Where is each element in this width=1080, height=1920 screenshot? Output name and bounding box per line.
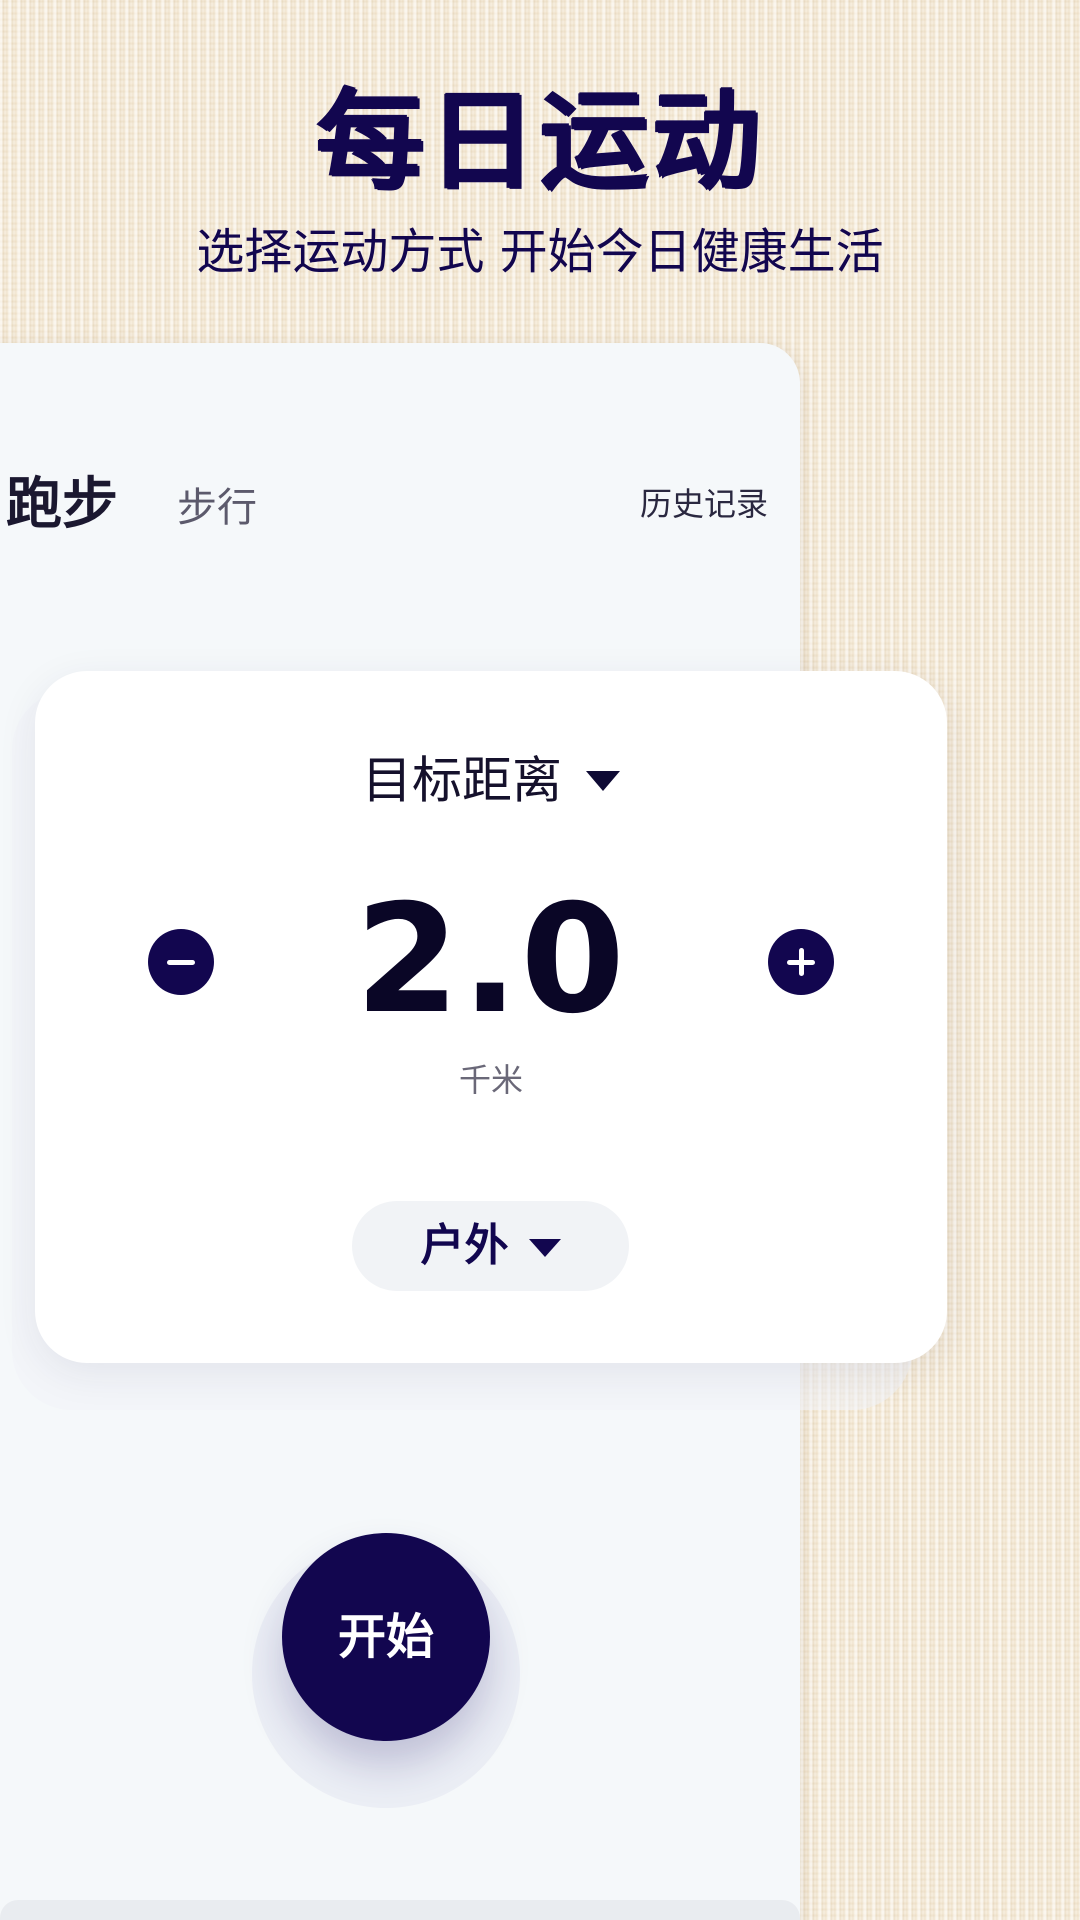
goal-type-selector[interactable]: 目标距离 — [35, 745, 947, 813]
start-button[interactable]: 开始 — [282, 1533, 490, 1741]
location-selector[interactable]: 户外 — [352, 1201, 629, 1291]
plus-icon-bar-vertical — [799, 948, 804, 976]
caret-down-icon — [586, 770, 620, 791]
goal-unit: 千米 — [458, 1061, 523, 1099]
tab-walking[interactable]: 步行 — [177, 478, 257, 538]
increase-button[interactable] — [768, 929, 834, 995]
page-title: 每日运动 — [315, 79, 764, 204]
location-label: 户外 — [420, 1220, 509, 1271]
goal-type-label: 目标距离 — [362, 751, 562, 810]
bottom-sheet-edge — [0, 1900, 800, 1920]
caret-down-icon — [528, 1239, 561, 1257]
page-subtitle: 选择运动方式 开始今日健康生活 — [196, 224, 884, 280]
history-link[interactable]: 历史记录 — [640, 484, 768, 524]
tab-running[interactable]: 跑步 — [6, 470, 118, 540]
